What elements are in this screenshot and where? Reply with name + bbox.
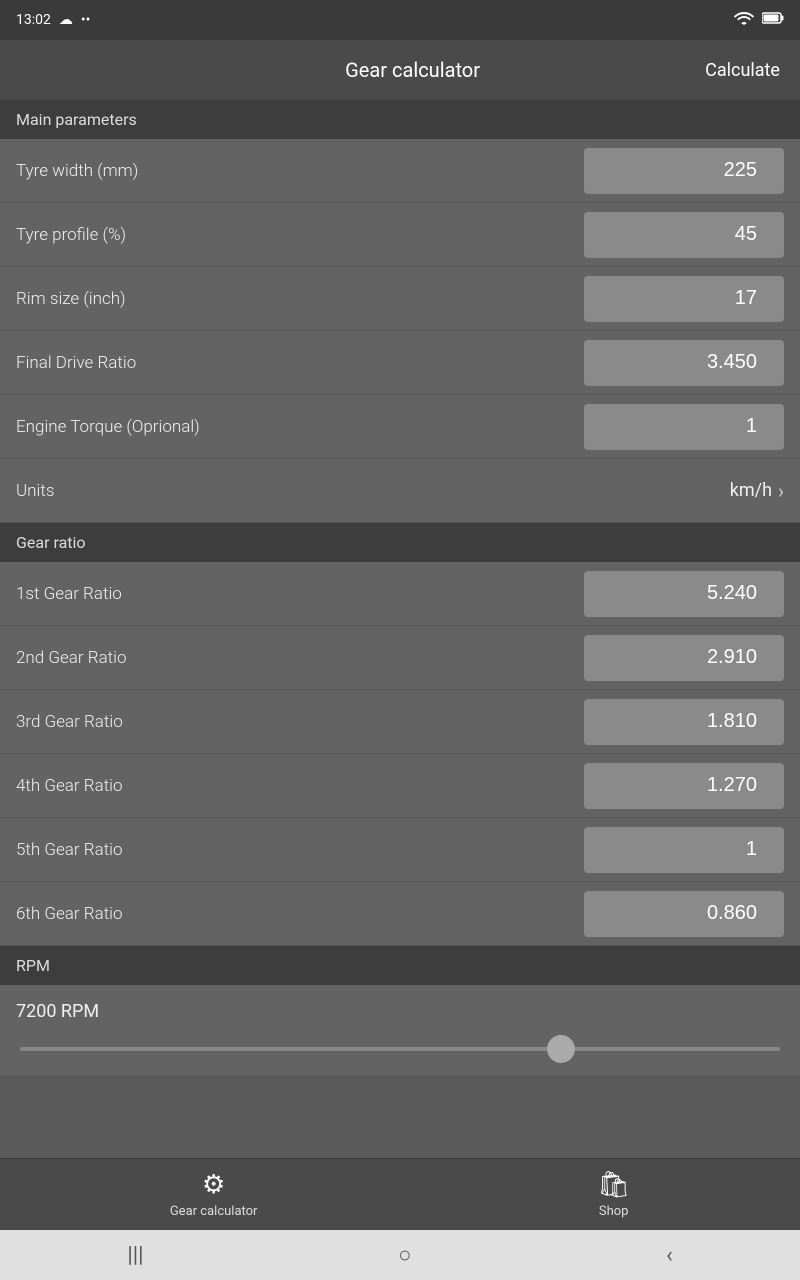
app-bar: Gear calculator Calculate bbox=[0, 40, 800, 100]
sys-menu-button[interactable]: ||| bbox=[127, 1243, 143, 1268]
gear-3-input[interactable] bbox=[584, 699, 784, 745]
rpm-value: 7200 RPM bbox=[16, 1001, 784, 1022]
tyre-width-row: Tyre width (mm) bbox=[0, 139, 800, 203]
gear-6-row: 6th Gear Ratio bbox=[0, 882, 800, 946]
gear-2-row: 2nd Gear Ratio bbox=[0, 626, 800, 690]
gear-ratio-section-header: Gear ratio bbox=[0, 523, 800, 562]
system-nav-bar: ||| ○ ‹ bbox=[0, 1230, 800, 1280]
rim-size-row: Rim size (inch) bbox=[0, 267, 800, 331]
gear-3-label: 3rd Gear Ratio bbox=[16, 712, 123, 732]
tyre-profile-row: Tyre profile (%) bbox=[0, 203, 800, 267]
sys-home-button[interactable]: ○ bbox=[398, 1242, 411, 1268]
units-value-container[interactable]: km/h › bbox=[730, 479, 784, 503]
engine-torque-input[interactable] bbox=[584, 404, 784, 450]
rim-size-input[interactable] bbox=[584, 276, 784, 322]
status-bar-right bbox=[734, 11, 784, 29]
nav-gear-calculator[interactable]: ⚙ Gear calculator bbox=[170, 1170, 258, 1219]
gear-5-label: 5th Gear Ratio bbox=[16, 840, 123, 860]
gear-4-input[interactable] bbox=[584, 763, 784, 809]
final-drive-input[interactable] bbox=[584, 340, 784, 386]
units-current-value: km/h bbox=[730, 480, 772, 501]
units-chevron-icon: › bbox=[778, 479, 784, 503]
status-time: 13:02 bbox=[16, 12, 51, 28]
final-drive-row: Final Drive Ratio bbox=[0, 331, 800, 395]
shop-icon: 🛍 bbox=[597, 1170, 630, 1200]
app-title: Gear calculator bbox=[345, 58, 480, 82]
bottom-nav: ⚙ Gear calculator 🛍 Shop bbox=[0, 1158, 800, 1230]
gear-5-input[interactable] bbox=[584, 827, 784, 873]
sys-back-button[interactable]: ‹ bbox=[666, 1243, 673, 1268]
tyre-width-input[interactable] bbox=[584, 148, 784, 194]
cloud-icon: ☁ bbox=[59, 12, 73, 28]
gear-2-input[interactable] bbox=[584, 635, 784, 681]
gear-2-label: 2nd Gear Ratio bbox=[16, 648, 127, 668]
gear-calculator-icon: ⚙ bbox=[202, 1170, 225, 1200]
engine-torque-label: Engine Torque (Oprional) bbox=[16, 417, 200, 437]
final-drive-label: Final Drive Ratio bbox=[16, 353, 136, 373]
nav-shop[interactable]: 🛍 Shop bbox=[597, 1170, 630, 1219]
sync-icon: •• bbox=[81, 12, 90, 28]
rim-size-label: Rim size (inch) bbox=[16, 289, 126, 309]
rpm-slider[interactable] bbox=[20, 1047, 780, 1051]
engine-torque-row: Engine Torque (Oprional) bbox=[0, 395, 800, 459]
rpm-section: 7200 RPM bbox=[0, 985, 800, 1075]
nav-gear-calculator-label: Gear calculator bbox=[170, 1204, 258, 1219]
status-bar: 13:02 ☁ •• bbox=[0, 0, 800, 40]
tyre-profile-label: Tyre profile (%) bbox=[16, 225, 126, 245]
nav-shop-label: Shop bbox=[599, 1204, 629, 1219]
gear-5-row: 5th Gear Ratio bbox=[0, 818, 800, 882]
wifi-icon bbox=[734, 11, 754, 29]
gear-6-input[interactable] bbox=[584, 891, 784, 937]
rpm-section-header: RPM bbox=[0, 946, 800, 985]
units-label: Units bbox=[16, 481, 54, 501]
gear-6-label: 6th Gear Ratio bbox=[16, 904, 123, 924]
gear-1-label: 1st Gear Ratio bbox=[16, 584, 122, 604]
rpm-slider-container bbox=[16, 1036, 784, 1055]
tyre-profile-input[interactable] bbox=[584, 212, 784, 258]
gear-4-label: 4th Gear Ratio bbox=[16, 776, 123, 796]
status-bar-left: 13:02 ☁ •• bbox=[16, 12, 90, 28]
battery-icon bbox=[762, 11, 784, 29]
gear-4-row: 4th Gear Ratio bbox=[0, 754, 800, 818]
gear-1-input[interactable] bbox=[584, 571, 784, 617]
tyre-width-label: Tyre width (mm) bbox=[16, 161, 138, 181]
calculate-button[interactable]: Calculate bbox=[705, 60, 780, 81]
main-params-section-header: Main parameters bbox=[0, 100, 800, 139]
units-row[interactable]: Units km/h › bbox=[0, 459, 800, 523]
gear-1-row: 1st Gear Ratio bbox=[0, 562, 800, 626]
gear-3-row: 3rd Gear Ratio bbox=[0, 690, 800, 754]
